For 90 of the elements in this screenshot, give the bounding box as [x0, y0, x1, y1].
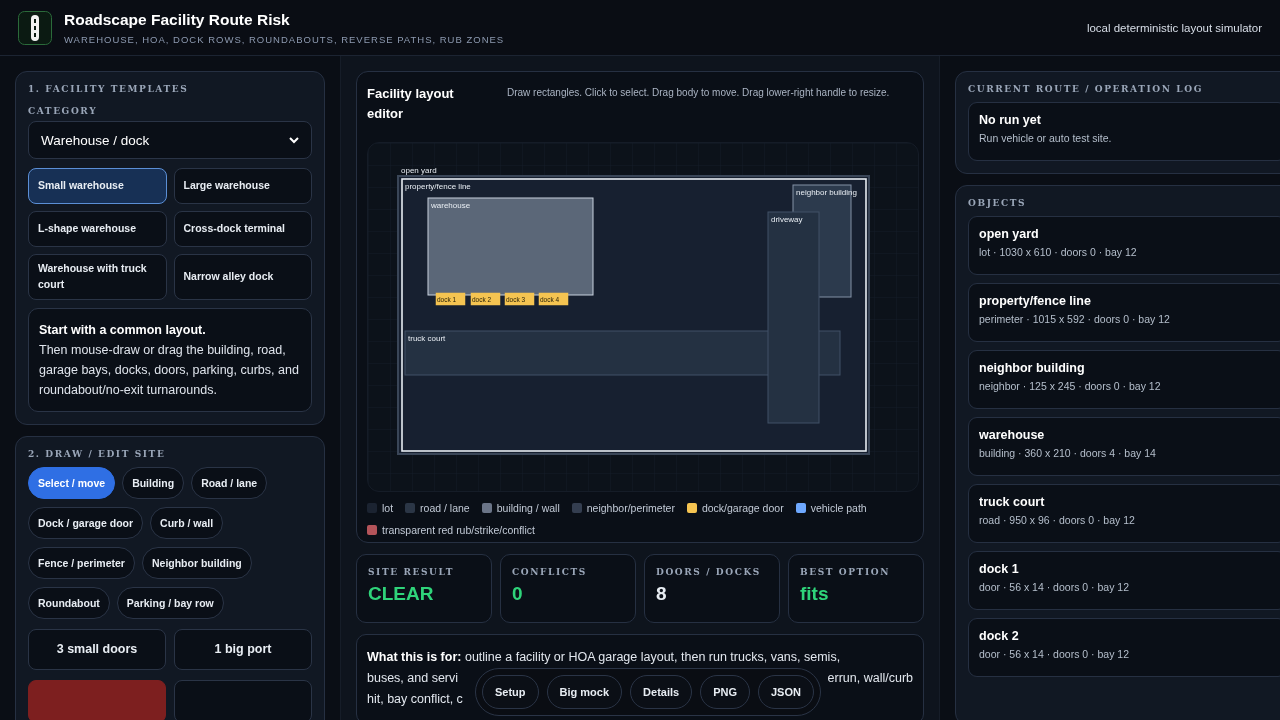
object-details: door · 56 x 14 · doors 0 · bay 12: [979, 581, 1130, 593]
toolbar-button[interactable]: Setup: [482, 675, 539, 709]
legend-label: lot: [382, 502, 394, 514]
section-heading: OBJECTS: [968, 198, 1028, 208]
log-title: No run yet: [979, 113, 1042, 127]
stat-value: fits: [800, 583, 830, 605]
field-label: CATEGORY: [28, 106, 99, 116]
shape-label: driveway: [771, 215, 803, 224]
object-card[interactable]: open yard lot · 1030 x 610 · doors 0 · bay 12: [968, 216, 1280, 275]
chevron-down-icon: [289, 136, 299, 144]
object-name: neighbor building: [979, 361, 1086, 375]
shape-label: warehouse: [431, 201, 471, 210]
legend-label: road / lane: [420, 502, 470, 514]
object-name: dock 2: [979, 629, 1020, 643]
shape-label: neighbor building: [796, 188, 857, 197]
toolbar-button[interactable]: Details: [630, 675, 693, 709]
object-name: truck court: [979, 495, 1046, 509]
dock-door-shape[interactable]: [470, 292, 501, 306]
dock-door-shape[interactable]: [538, 292, 569, 306]
app-title: Roadscape Facility Route Risk: [64, 10, 291, 29]
shape-label: open yard: [401, 166, 437, 175]
about-text: errun, wall/curb: [827, 670, 913, 687]
hint-title: Start with a common layout.: [39, 321, 207, 339]
hint-text: Then mouse-draw or drag the building, road, garage bays, docks, doors, parking, curbs, and roundabout/no-exit turnarounds.: [39, 341, 300, 399]
object-details: lot · 1030 x 610 · doors 0 · bay 12: [979, 246, 1138, 258]
tool-button[interactable]: Dock / garage door: [28, 506, 144, 539]
object-card[interactable]: dock 2 door · 56 x 14 · doors 0 · bay 12: [968, 618, 1280, 677]
app-subtitle: WAREHOUSE, HOA, DOCK ROWS, ROUNDABOUTS, REVERSE PATHS, RUB ZONES: [64, 33, 506, 45]
editor-help: Draw rectangles. Click to select. Drag body to move. Drag lower-right handle to resize.: [507, 86, 890, 100]
legend-label: neighbor/perimeter: [586, 502, 675, 514]
object-card[interactable]: property/fence line perimeter · 1015 x 592 · doors 0 · bay 12: [968, 283, 1280, 342]
dock-door-shape[interactable]: [504, 292, 535, 306]
preset-button[interactable]: 1 big port: [174, 628, 312, 670]
object-card[interactable]: warehouse building · 360 x 210 · doors 4 · bay 14: [968, 417, 1280, 476]
tool-button[interactable]: Roundabout: [28, 586, 110, 619]
stat-value: 8: [656, 583, 668, 605]
building-shape[interactable]: [427, 197, 594, 296]
object-card[interactable]: dock 1 door · 56 x 14 · doors 0 · bay 12: [968, 551, 1280, 610]
object-details: neighbor · 125 x 245 · doors 0 · bay 12: [979, 380, 1162, 392]
category-select[interactable]: Warehouse / dock: [28, 121, 312, 159]
template-button[interactable]: Warehouse with truck court: [28, 254, 167, 300]
log-text: Run vehicle or auto test site.: [979, 132, 1113, 144]
object-name: property/fence line: [979, 294, 1092, 308]
object-card[interactable]: neighbor building neighbor · 125 x 245 · doors 0 · bay 12: [968, 350, 1280, 409]
stat-label: CONFLICTS: [512, 567, 588, 577]
tool-button[interactable]: Fence / perimeter: [28, 546, 135, 579]
object-name: open yard: [979, 227, 1040, 241]
legend-label: dock/garage door: [701, 502, 784, 514]
object-details: road · 950 x 96 · doors 0 · bay 12: [979, 514, 1136, 526]
tool-button[interactable]: Select / move: [28, 466, 116, 499]
tool-button[interactable]: Parking / bay row: [116, 586, 224, 619]
section-heading: 1. FACILITY TEMPLATES: [28, 84, 190, 94]
legend-label: vehicle path: [810, 502, 867, 514]
toolbar-button[interactable]: PNG: [700, 675, 750, 709]
object-details: building · 360 x 210 · doors 4 · bay 14: [979, 447, 1157, 459]
object-card[interactable]: truck court road · 950 x 96 · doors 0 · bay 12: [968, 484, 1280, 543]
stat-value: 0: [512, 583, 524, 605]
editor-title: Facility layout editor: [367, 85, 455, 123]
section-heading: CURRENT ROUTE / OPERATION LOG: [968, 84, 1204, 94]
template-button[interactable]: Small warehouse: [28, 168, 167, 204]
shape-label: property/fence line: [405, 182, 471, 191]
object-details: perimeter · 1015 x 592 · doors 0 · bay 12: [979, 313, 1171, 325]
object-details: door · 56 x 14 · doors 0 · bay 12: [979, 648, 1130, 660]
stat-value: CLEAR: [368, 583, 435, 605]
dock-door-shape[interactable]: [435, 292, 466, 306]
tool-button[interactable]: Building: [122, 466, 185, 499]
about-text: hit, bay conflict, c: [367, 692, 463, 706]
section-heading: 2. DRAW / EDIT SITE: [28, 448, 167, 459]
about-text: buses, and servi: [367, 670, 459, 687]
object-name: dock 1: [979, 562, 1020, 576]
tool-button[interactable]: Neighbor building: [141, 546, 252, 579]
tool-button[interactable]: Road / lane: [191, 466, 268, 499]
template-button[interactable]: Cross-dock terminal: [173, 211, 312, 247]
template-button[interactable]: L-shape warehouse: [28, 211, 167, 247]
stat-label: BEST OPTION: [800, 567, 891, 577]
preset-button[interactable]: 3 small doors: [28, 628, 166, 670]
stat-label: DOORS / DOCKS: [656, 567, 762, 577]
toolbar-button[interactable]: Big mock: [546, 675, 623, 709]
road-logo-icon: [18, 10, 52, 45]
stat-label: SITE RESULT: [368, 567, 455, 577]
legend-label: transparent red rub/strike/conflict: [382, 524, 535, 536]
tool-button[interactable]: Curb / wall: [150, 506, 224, 539]
about-text: What this is for: outline a facility or HOA garage layout, then run trucks, vans, semis,: [367, 649, 842, 666]
legend-label: building / wall: [496, 502, 560, 514]
object-name: warehouse: [979, 428, 1046, 442]
toolbar-button[interactable]: JSON: [758, 675, 814, 709]
shape-label: truck court: [408, 334, 446, 343]
simulator-note: local deterministic layout simulator: [1086, 21, 1262, 34]
template-button[interactable]: Large warehouse: [173, 168, 312, 204]
template-button[interactable]: Narrow alley dock: [173, 254, 312, 300]
